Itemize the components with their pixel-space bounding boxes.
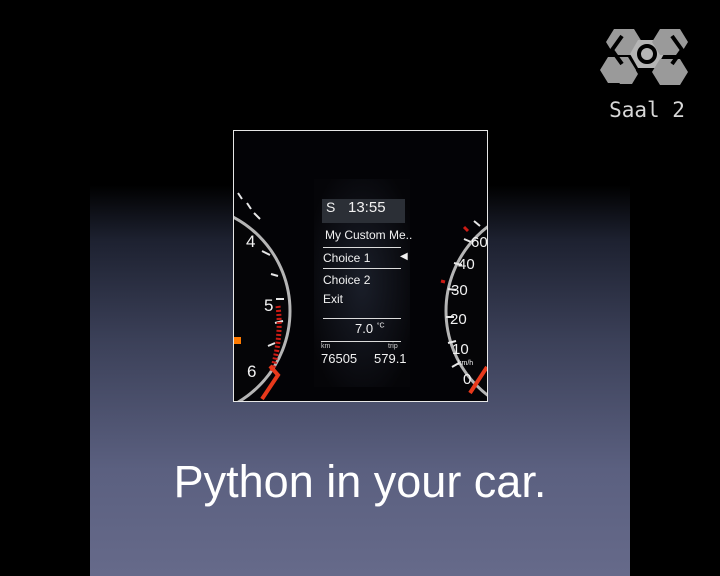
room-label: Saal 2 [609,98,685,122]
menu-item-choice-2[interactable]: Choice 2 [323,273,370,287]
speed-unit: km/h [458,360,473,367]
logo [598,26,696,96]
display-screen: S 13:55 My Custom Me.. Choice 1 ◀ Choice… [317,191,412,381]
speed-label-0: 0 [463,371,471,388]
divider [323,247,401,248]
divider [323,268,401,269]
tach-label-4: 4 [246,232,255,251]
congress-logo-icon [600,29,688,85]
speed-label-30: 30 [451,282,468,299]
outside-temperature: 7.0 °C [355,321,385,336]
menu-item-exit[interactable]: Exit [323,292,343,306]
speed-label-10: 10 [452,341,469,358]
selection-arrow-icon: ◀ [400,251,408,262]
speed-label-20: 20 [450,311,467,328]
trip-value: 579.1 [374,351,407,366]
menu-item-choice-1[interactable]: Choice 1 [323,251,370,265]
odometer-label: km [321,343,331,350]
odometer-value: 76505 [321,351,358,366]
divider [321,341,401,342]
warning-light-icon [234,337,241,344]
speed-label-60: 60 [471,234,487,251]
speed-label-40: 40 [458,256,475,273]
tachometer-dial [234,215,292,401]
slide-caption: Python in your car. [173,456,547,507]
clock: 13:55 [348,199,386,216]
dashboard-photo: 4 5 6 60 40 30 20 10 0 km/h S 13:55 My C… [233,130,488,402]
menu-title: My Custom Me.. [325,228,413,242]
tach-label-6: 6 [247,362,256,381]
divider [323,318,401,319]
gear-indicator: S [326,199,336,215]
trip-label: trip [388,343,398,350]
tach-label-5: 5 [264,296,273,315]
